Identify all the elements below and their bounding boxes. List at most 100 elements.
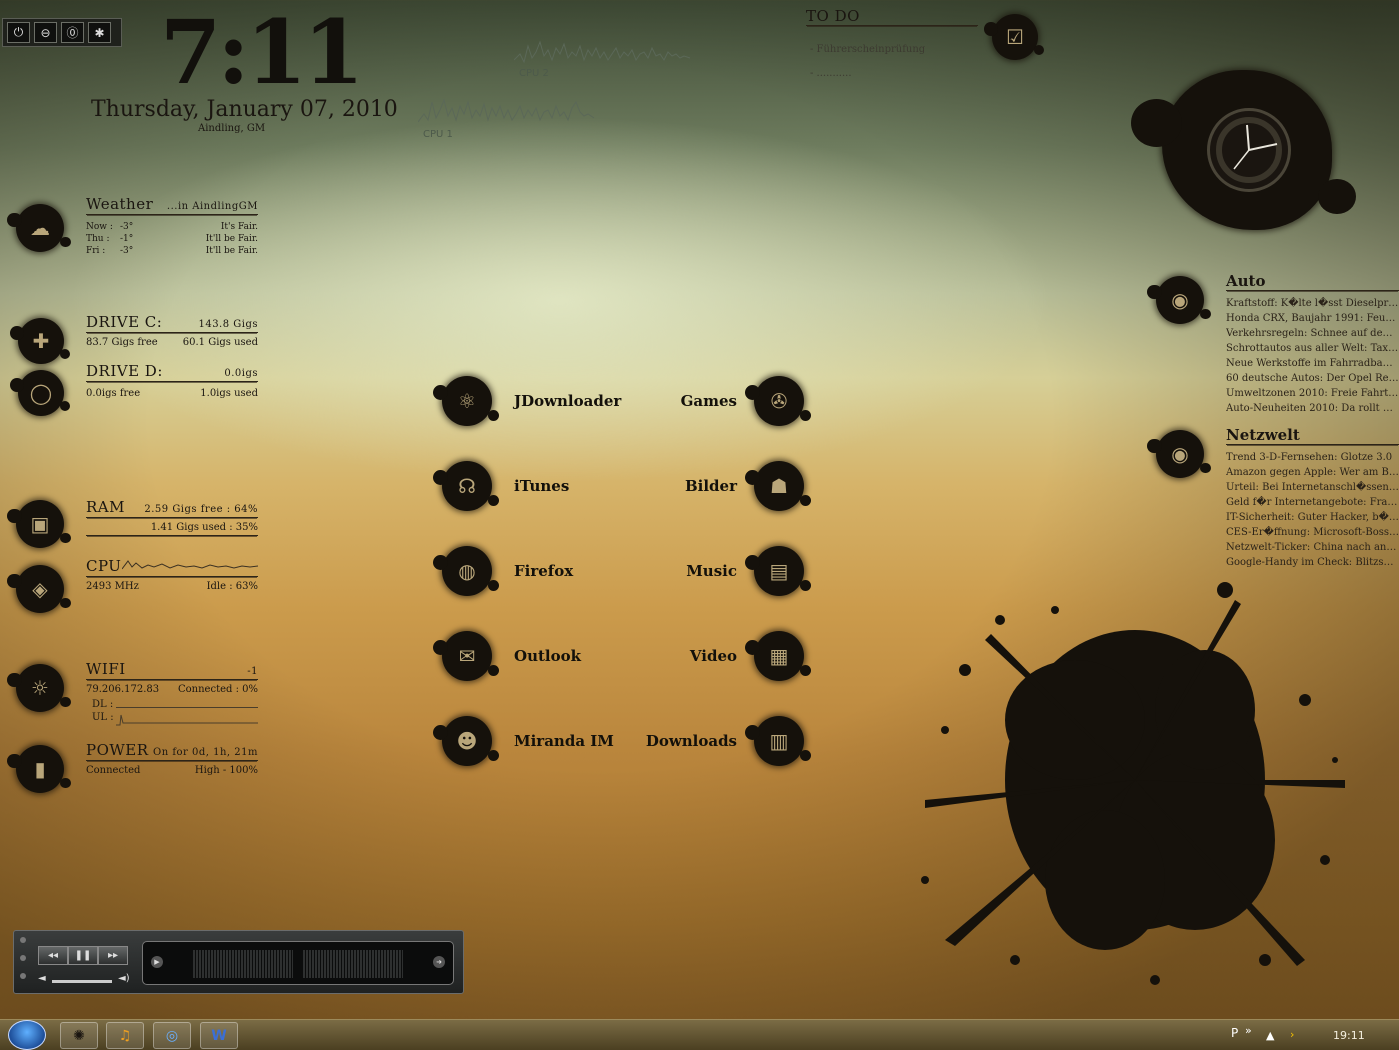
ram-title: RAM [86, 498, 125, 516]
weather-icon: ☁ [30, 216, 50, 240]
previous-button[interactable]: ◂◂ [38, 946, 68, 965]
rss-icon: ◉ [1171, 288, 1189, 312]
download-icon: ▥ [769, 729, 789, 753]
tray-up-arrow-icon[interactable]: ▲ [1266, 1029, 1274, 1042]
volume-slider[interactable] [52, 980, 112, 983]
taskbar-app-2[interactable]: ♫ [106, 1022, 144, 1049]
rss-auto-title[interactable]: Auto [1226, 272, 1399, 291]
clock-location: Aindling, GM [198, 123, 266, 134]
start-button[interactable] [8, 1020, 46, 1050]
launcher-games[interactable]: Games [681, 392, 737, 410]
launcher-itunes[interactable]: iTunes [514, 477, 569, 495]
todo-item[interactable]: - ........... [810, 62, 925, 86]
music-splat[interactable]: ▤ [745, 546, 811, 596]
wifi-status: Connected : 0% [178, 684, 258, 695]
outlook-splat[interactable]: ✉ [433, 631, 499, 681]
logoff-button[interactable]: ⊖ [34, 22, 57, 43]
player-dot[interactable] [20, 955, 26, 961]
wifi-dl-graph [116, 707, 258, 708]
rss-item[interactable]: CES-Er�ffnung: Microsoft-Boss for... [1226, 525, 1399, 540]
disc-icon: ◯ [29, 381, 53, 405]
power-uptime: On for 0d, 1h, 21m [153, 747, 258, 758]
jdownloader-splat[interactable]: ⚛ [433, 376, 499, 426]
launcher-jdownloader[interactable]: JDownloader [514, 392, 621, 410]
lock-button[interactable]: ⓪ [61, 22, 84, 43]
language-indicator[interactable]: P [1231, 1026, 1238, 1040]
bilder-splat[interactable]: ☗ [745, 461, 811, 511]
analog-clock [1207, 108, 1291, 192]
cpu-idle: Idle : 63% [206, 581, 258, 592]
drive-d-free: 0.0igs free [86, 388, 141, 399]
tray-network-icon[interactable]: › [1290, 1028, 1294, 1041]
sleep-button[interactable]: ✱ [88, 22, 111, 43]
launcher-miranda-im[interactable]: Miranda IM [514, 732, 614, 750]
checkbox-icon: ☑ [1006, 25, 1024, 49]
rss-item[interactable]: Urteil: Bei Internetanschl�ssen gilt... [1226, 480, 1399, 495]
tray-chevron-icon[interactable]: » [1245, 1024, 1252, 1037]
weather-row: Now : -3° It's Fair. [86, 222, 258, 232]
weather-row: Fri : -3° It'll be Fair. [86, 246, 258, 256]
launcher-bilder[interactable]: Bilder [685, 477, 737, 495]
todo-item[interactable]: - Führerscheinprüfung [810, 38, 925, 62]
downloads-splat[interactable]: ▥ [745, 716, 811, 766]
rss-item[interactable]: Google-Handy im Check: Blitzschn... [1226, 555, 1399, 570]
drive-d-splat: ◯ [9, 370, 71, 416]
rss-auto-splat[interactable]: ◉ [1147, 276, 1211, 324]
media-player: ◂◂ ❚❚ ▸▸ ◄ ◄) ▶ ➜ [13, 930, 464, 994]
rss-item[interactable]: Neue Werkstoffe im Fahrradbau: Ba... [1226, 356, 1399, 371]
rss-item[interactable]: Trend 3-D-Fernsehen: Glotze 3.0 [1226, 450, 1399, 465]
launcher-downloads[interactable]: Downloads [646, 732, 737, 750]
weather-splat: ☁ [7, 204, 71, 252]
clock-date: Thursday, January 07, 2010 [91, 97, 398, 122]
digital-clock-time: 7:11 [160, 0, 364, 104]
taskbar-app-1[interactable]: ✺ [60, 1022, 98, 1049]
pause-button[interactable]: ❚❚ [68, 946, 98, 965]
switch-icon[interactable]: ➜ [433, 956, 445, 968]
tray-clock[interactable]: 19:11 [1333, 1029, 1365, 1042]
wifi-signal: -1 [247, 666, 258, 677]
video-splat[interactable]: ▦ [745, 631, 811, 681]
rss-icon: ◉ [1171, 442, 1189, 466]
rss-item[interactable]: Verkehrsregeln: Schnee auf dem Sc... [1226, 326, 1399, 341]
atom-icon: ⚛ [458, 389, 476, 413]
cpu2-label: CPU 2 [519, 68, 549, 79]
shutdown-button[interactable]: ⏻ [7, 22, 30, 43]
rss-item[interactable]: Honda CRX, Baujahr 1991: Feuer a... [1226, 311, 1399, 326]
itunes-splat[interactable]: ☊ [433, 461, 499, 511]
rss-item[interactable]: IT-Sicherheit: Guter Hacker, b�ser... [1226, 510, 1399, 525]
launcher-outlook[interactable]: Outlook [514, 647, 581, 665]
rss-item[interactable]: Schrottautos aus aller Welt: Taxifah... [1226, 341, 1399, 356]
rss-item[interactable]: Geld f�r Internetangebote: Frankrei... [1226, 495, 1399, 510]
launcher-firefox[interactable]: Firefox [514, 562, 573, 580]
next-button[interactable]: ▸▸ [98, 946, 128, 965]
wifi-ul-label: UL : [92, 712, 114, 723]
todo-checkbox-splat[interactable]: ☑ [983, 14, 1045, 60]
rss-item[interactable]: Kraftstoff: K�lte l�sst Dieselpreise... [1226, 296, 1399, 311]
rss-item[interactable]: Amazon gegen Apple: Wer am Bez... [1226, 465, 1399, 480]
drive-d-panel[interactable]: DRIVE D: 0.0igs 0.0igs free 1.0igs used [86, 362, 258, 399]
drive-c-panel[interactable]: DRIVE C: 143.8 Gigs 83.7 Gigs free 60.1 Gi… [86, 313, 258, 348]
lock-icon: ⓪ [66, 26, 79, 40]
todo-title: TO DO [806, 7, 978, 26]
launcher-music[interactable]: Music [686, 562, 737, 580]
rss-item[interactable]: Umweltzonen 2010: Freie Fahrt f�r... [1226, 386, 1399, 401]
firefox-splat[interactable]: ◍ [433, 546, 499, 596]
player-dot[interactable] [20, 973, 26, 979]
rss-netzwelt-title[interactable]: Netzwelt [1226, 426, 1399, 445]
play-icon[interactable]: ▶ [151, 956, 163, 968]
player-display[interactable]: ▶ ➜ [142, 941, 454, 985]
rss-item[interactable]: Auto-Neuheiten 2010: Da rollt was... [1226, 401, 1399, 416]
browser-icon: ◎ [165, 1027, 179, 1044]
rss-item[interactable]: Netzwelt-Ticker: China nach angebl... [1226, 540, 1399, 555]
headphones-icon: ☊ [458, 474, 476, 498]
rss-item[interactable]: 60 deutsche Autos: Der Opel Rekor... [1226, 371, 1399, 386]
taskbar-app-3[interactable]: ◎ [153, 1022, 191, 1049]
taskbar-app-4[interactable]: W [200, 1022, 238, 1049]
launcher-video[interactable]: Video [690, 647, 737, 665]
rss-netzwelt-splat[interactable]: ◉ [1147, 430, 1211, 478]
games-splat[interactable]: ✇ [745, 376, 811, 426]
todo-list: - Führerscheinprüfung - ........... [810, 38, 925, 86]
power-panel: POWER On for 0d, 1h, 21m Connected High - … [86, 741, 258, 776]
player-dot[interactable] [20, 937, 26, 943]
miranda-splat[interactable]: ☻ [433, 716, 499, 766]
